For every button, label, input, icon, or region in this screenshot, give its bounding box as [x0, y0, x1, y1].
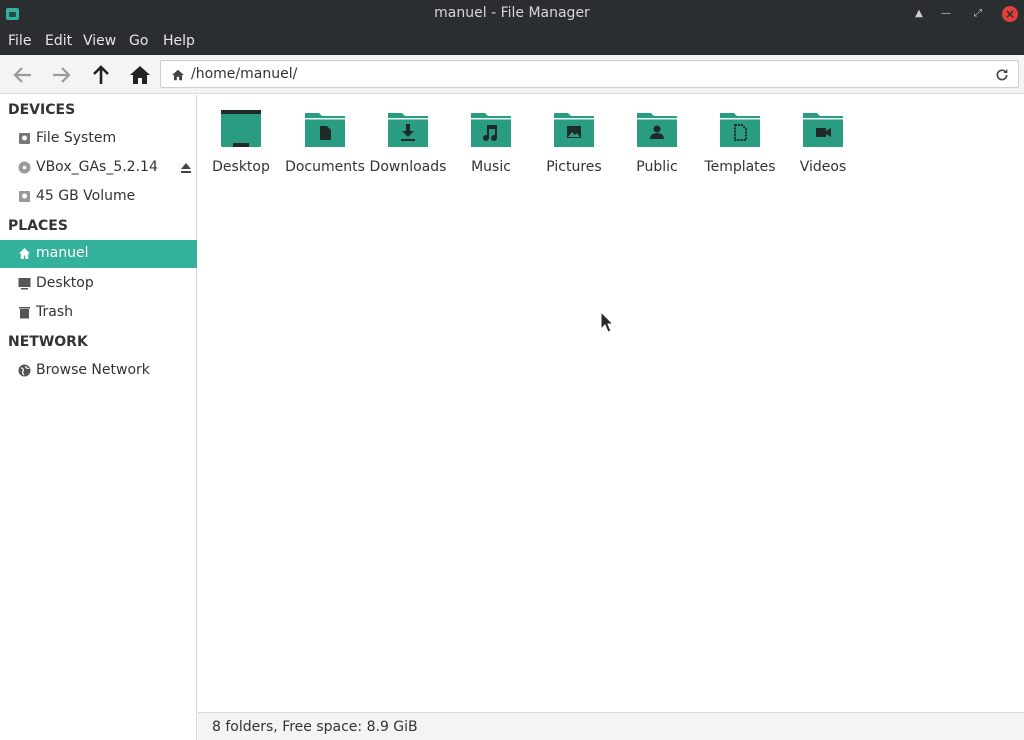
folder-label: Music [471, 159, 511, 175]
sidebar-item-label: 45 GB Volume [36, 188, 136, 204]
up-arrow-icon [93, 65, 109, 84]
network-heading: NETWORK [8, 334, 88, 350]
menu-go[interactable]: Go [129, 33, 148, 49]
menu-edit[interactable]: Edit [45, 33, 72, 49]
folder-label: Desktop [212, 159, 270, 175]
sidebar-item-trash[interactable]: Trash [0, 299, 197, 327]
trash-icon [19, 307, 30, 319]
templates-folder-icon [720, 113, 760, 147]
optical-disc-icon [18, 161, 31, 174]
menu-file[interactable]: File [8, 33, 31, 49]
status-bar: 8 folders, Free space: 8.9 GiB [198, 712, 1024, 740]
minimize-window-button[interactable]: — [938, 6, 954, 22]
back-arrow-icon [13, 67, 31, 83]
sidebar-item-label: manuel [36, 245, 89, 261]
home-button[interactable] [128, 63, 152, 87]
shade-window-button[interactable]: ▲ [911, 6, 927, 22]
documents-folder-icon [305, 113, 345, 147]
up-button[interactable] [89, 63, 113, 87]
home-icon [130, 66, 150, 84]
title-bar: manuel - File Manager ▲ — ⤢ × [0, 0, 1024, 28]
folder-label: Pictures [546, 159, 602, 175]
folder-videos[interactable]: Videos [783, 107, 863, 179]
sidebar-item-browse-network[interactable]: Browse Network [0, 357, 197, 385]
sidebar-item-label: Desktop [36, 275, 94, 291]
mouse-cursor-icon [600, 311, 614, 333]
location-home-icon [172, 69, 184, 81]
folder-label: Documents [285, 159, 365, 175]
folder-label: Videos [799, 159, 847, 175]
home-icon [19, 248, 30, 259]
forward-button[interactable] [49, 63, 73, 87]
folder-label: Templates [704, 159, 776, 175]
reload-icon[interactable] [994, 67, 1010, 83]
music-folder-icon [471, 113, 511, 147]
sidebar-item-label: Trash [36, 304, 73, 320]
sidebar-item-45gb-volume[interactable]: 45 GB Volume [0, 183, 197, 211]
public-folder-icon [637, 113, 677, 147]
folder-public[interactable]: Public [617, 107, 697, 179]
file-view[interactable]: Desktop Documents Downloads Music Pictur… [198, 95, 1024, 712]
pictures-folder-icon [554, 113, 594, 147]
menu-bar: File Edit View Go Help [0, 28, 1024, 55]
folder-pictures[interactable]: Pictures [534, 107, 614, 179]
desktop-folder-icon [221, 110, 261, 147]
location-path: /home/manuel/ [191, 66, 298, 82]
sidebar-item-vbox-gas[interactable]: VBox_GAs_5.2.14 [0, 154, 197, 182]
folder-documents[interactable]: Documents [285, 107, 365, 179]
devices-heading: DEVICES [8, 102, 76, 118]
sidebar-item-file-system[interactable]: File System [0, 125, 197, 153]
desktop-icon [18, 278, 31, 290]
forward-arrow-icon [53, 67, 71, 83]
sidebar-item-manuel[interactable]: manuel [0, 240, 197, 268]
sidebar-item-label: VBox_GAs_5.2.14 [36, 159, 158, 175]
sidebar: DEVICES File System VBox_GAs_5.2.14 45 G… [0, 95, 197, 740]
sidebar-item-desktop[interactable]: Desktop [0, 270, 197, 298]
folder-label: Public [636, 159, 678, 175]
maximize-window-button[interactable]: ⤢ [970, 6, 986, 22]
menu-view[interactable]: View [83, 33, 116, 49]
places-heading: PLACES [8, 218, 68, 234]
toolbar: /home/manuel/ [0, 55, 1024, 94]
status-text: 8 folders, Free space: 8.9 GiB [212, 719, 418, 735]
location-bar[interactable]: /home/manuel/ [160, 60, 1019, 88]
downloads-folder-icon [388, 113, 428, 147]
folder-downloads[interactable]: Downloads [368, 107, 448, 179]
back-button[interactable] [11, 63, 35, 87]
folder-templates[interactable]: Templates [700, 107, 780, 179]
eject-icon[interactable] [180, 162, 192, 174]
videos-folder-icon [803, 113, 843, 147]
window-title: manuel - File Manager [434, 5, 590, 21]
sidebar-item-label: File System [36, 130, 117, 146]
menu-help[interactable]: Help [163, 33, 195, 49]
folder-music[interactable]: Music [451, 107, 531, 179]
network-icon [18, 364, 31, 377]
drive-icon [19, 191, 30, 202]
folder-desktop[interactable]: Desktop [201, 107, 281, 179]
drive-icon [19, 133, 30, 144]
folder-label: Downloads [369, 159, 447, 175]
sidebar-item-label: Browse Network [36, 362, 150, 378]
close-window-button[interactable]: × [1002, 6, 1018, 22]
